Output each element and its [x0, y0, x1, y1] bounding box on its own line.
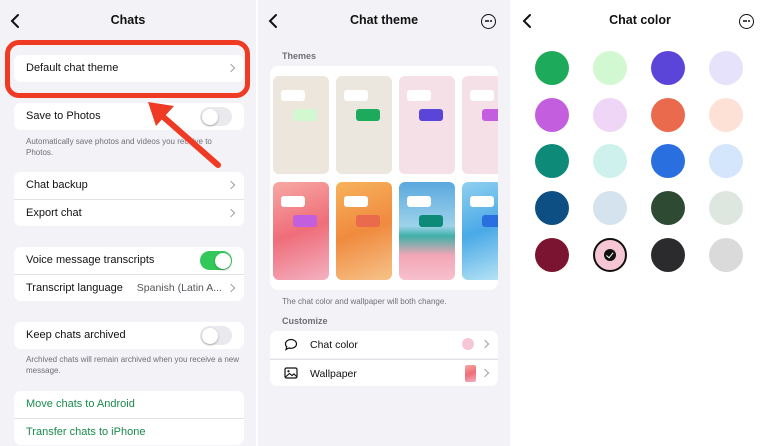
export-chat-label: Export chat: [26, 207, 82, 219]
theme-thumbnail[interactable]: [399, 182, 455, 280]
header: Chat theme: [258, 0, 510, 44]
color-swatch[interactable]: [709, 144, 743, 178]
header: Chat color: [512, 0, 768, 44]
chat-theme-panel: Chat theme Themes The chat color and wal…: [258, 0, 510, 446]
highlight-annotation-box: [5, 40, 250, 98]
color-swatch[interactable]: [593, 51, 627, 85]
chevron-right-icon: [226, 180, 236, 190]
page-title: Chat theme: [349, 13, 419, 27]
color-swatch[interactable]: [535, 144, 569, 178]
transfer-to-iphone-link[interactable]: Transfer chats to iPhone: [14, 418, 244, 445]
wallpaper-row[interactable]: Wallpaper: [270, 359, 498, 386]
wallpaper-label: Wallpaper: [310, 368, 357, 380]
color-swatch[interactable]: [651, 144, 685, 178]
color-swatch[interactable]: [535, 238, 569, 272]
color-swatch[interactable]: [709, 51, 743, 85]
voice-transcripts-toggle[interactable]: [200, 251, 232, 270]
voice-transcripts-label: Voice message transcripts: [26, 254, 155, 266]
customize-section-label: Customize: [282, 316, 328, 326]
chat-backup-label: Chat backup: [26, 179, 88, 191]
transfer-to-iphone-label: Transfer chats to iPhone: [26, 426, 146, 438]
checkmark-icon: [604, 249, 616, 261]
page-title: Chats: [110, 13, 146, 27]
color-swatch[interactable]: [709, 191, 743, 225]
chat-color-panel: Chat color: [512, 0, 768, 446]
more-options-icon[interactable]: [739, 14, 754, 29]
themes-grid: [270, 66, 498, 290]
chevron-right-icon: [226, 208, 236, 218]
archive-group: Keep chats archived: [14, 322, 244, 349]
color-swatch[interactable]: [535, 191, 569, 225]
annotation-arrow-icon: [148, 102, 221, 168]
theme-thumbnail[interactable]: [462, 76, 498, 174]
page-title: Chat color: [609, 13, 671, 27]
color-swatch[interactable]: [593, 191, 627, 225]
more-options-icon[interactable]: [481, 14, 496, 29]
transcript-language-row[interactable]: Transcript language Spanish (Latin A...: [14, 274, 244, 301]
move-to-android-link[interactable]: Move chats to Android: [14, 391, 244, 418]
export-chat-row[interactable]: Export chat: [14, 199, 244, 226]
chats-settings-panel: Chats Default chat theme Save to Photos …: [0, 0, 256, 446]
keep-archived-label: Keep chats archived: [26, 329, 126, 341]
chevron-right-icon: [480, 368, 490, 378]
save-to-photos-label: Save to Photos: [26, 110, 101, 122]
color-swatch[interactable]: [651, 51, 685, 85]
wallpaper-preview-thumbnail: [465, 365, 476, 382]
color-swatch-selected[interactable]: [593, 238, 627, 272]
chevron-right-icon: [480, 339, 490, 349]
transcript-language-value: Spanish (Latin A...: [136, 282, 222, 294]
voice-transcripts-row: Voice message transcripts: [14, 247, 244, 274]
theme-thumbnail[interactable]: [273, 76, 329, 174]
color-swatch[interactable]: [709, 98, 743, 132]
theme-thumbnail[interactable]: [336, 182, 392, 280]
keep-archived-note: Archived chats will remain archived when…: [26, 355, 239, 375]
themes-note: The chat color and wallpaper will both c…: [282, 297, 447, 306]
color-swatch[interactable]: [651, 191, 685, 225]
color-swatch[interactable]: [651, 98, 685, 132]
themes-section-label: Themes: [282, 51, 317, 61]
transcript-language-label: Transcript language: [26, 282, 123, 294]
color-swatch[interactable]: [651, 238, 685, 272]
theme-thumbnail[interactable]: [273, 182, 329, 280]
theme-thumbnail[interactable]: [462, 182, 498, 280]
keep-archived-toggle[interactable]: [200, 326, 232, 345]
color-swatch[interactable]: [593, 98, 627, 132]
chat-color-label: Chat color: [310, 339, 358, 351]
theme-thumbnail[interactable]: [399, 76, 455, 174]
chevron-right-icon: [226, 283, 236, 293]
transfer-group: Move chats to Android Transfer chats to …: [14, 391, 244, 445]
theme-thumbnail[interactable]: [336, 76, 392, 174]
chat-color-row[interactable]: Chat color: [270, 331, 498, 358]
image-icon: [284, 367, 298, 379]
keep-archived-row: Keep chats archived: [14, 322, 244, 349]
color-swatch[interactable]: [709, 238, 743, 272]
color-swatch[interactable]: [593, 144, 627, 178]
color-swatch[interactable]: [535, 51, 569, 85]
backup-group: Chat backup Export chat: [14, 172, 244, 226]
current-color-swatch: [462, 338, 474, 350]
header: Chats: [0, 0, 256, 44]
speech-bubble-icon: [284, 338, 298, 351]
color-swatch[interactable]: [535, 98, 569, 132]
transcripts-group: Voice message transcripts Transcript lan…: [14, 247, 244, 301]
move-to-android-label: Move chats to Android: [26, 398, 135, 410]
